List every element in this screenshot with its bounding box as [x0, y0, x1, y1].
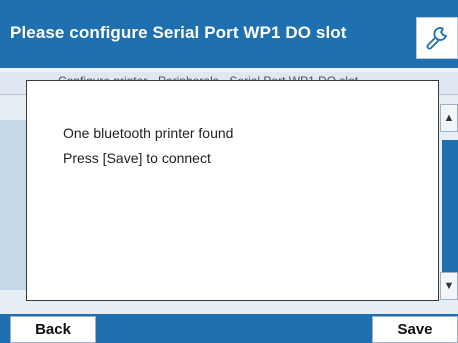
save-button[interactable]: Save — [372, 316, 458, 343]
page-title: Please configure Serial Port WP1 DO slot — [10, 23, 347, 42]
title-bar: Please configure Serial Port WP1 DO slot — [0, 0, 458, 68]
wrench-icon — [426, 27, 447, 50]
scroll-up-button[interactable]: ▲ — [440, 104, 458, 132]
background-list-edge — [0, 120, 26, 290]
message-dialog: One bluetooth printer found Press [Save]… — [26, 80, 439, 301]
back-button[interactable]: Back — [10, 316, 96, 343]
chevron-up-icon: ▲ — [443, 112, 455, 124]
dialog-message-line-2: Press [Save] to connect — [63, 150, 211, 166]
chevron-down-icon: ▼ — [443, 280, 455, 292]
settings-button[interactable] — [416, 17, 458, 59]
scrollbar-track[interactable] — [442, 140, 458, 272]
dialog-message-line-1: One bluetooth printer found — [63, 125, 234, 141]
scroll-down-button[interactable]: ▼ — [440, 272, 458, 300]
